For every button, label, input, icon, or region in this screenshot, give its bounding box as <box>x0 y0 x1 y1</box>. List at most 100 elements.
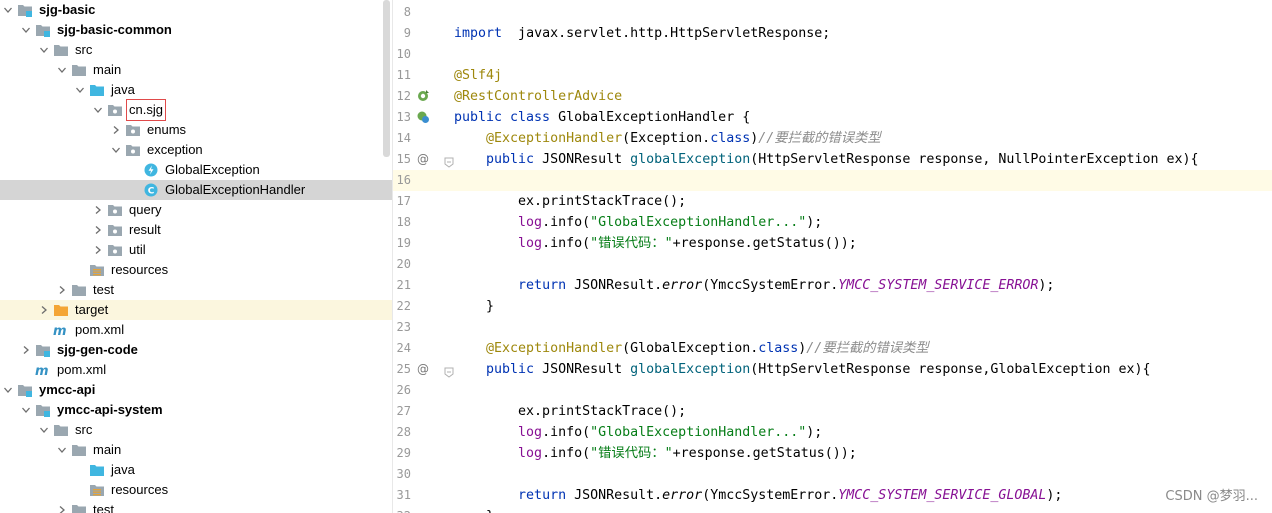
code-line-15[interactable]: 15 @ public JSONResult globalException(Ht… <box>393 149 1272 170</box>
line-number[interactable]: 8 <box>393 2 411 23</box>
code-text[interactable]: @RestControllerAdvice <box>454 86 622 107</box>
code-line-28[interactable]: 28 log.info("GlobalExceptionHandler...")… <box>393 422 1272 443</box>
tree-item-sjg-gen-code[interactable]: sjg-gen-code <box>0 340 392 360</box>
line-number[interactable]: 10 <box>393 44 411 65</box>
line-number[interactable]: 9 <box>393 23 411 44</box>
fold-marker-icon[interactable] <box>444 154 454 168</box>
fold-marker-icon[interactable] <box>444 364 454 378</box>
code-line-24[interactable]: 24 @ExceptionHandler(GlobalException.cla… <box>393 338 1272 359</box>
code-line-26[interactable]: 26 <box>393 380 1272 401</box>
chevron-right-icon[interactable] <box>22 346 30 354</box>
line-number[interactable]: 26 <box>393 380 411 401</box>
code-line-16[interactable]: 16 <box>393 170 1272 191</box>
code-text[interactable]: return JSONResult.error(YmccSystemError.… <box>454 275 1054 296</box>
code-line-18[interactable]: 18 log.info("GlobalExceptionHandler...")… <box>393 212 1272 233</box>
tree-item-cn-sjg[interactable]: cn.sjg <box>0 99 392 121</box>
line-number[interactable]: 31 <box>393 485 411 506</box>
bean-icon[interactable] <box>416 89 430 103</box>
tree-item-exception[interactable]: exception <box>0 140 392 160</box>
tree-item-ymcc-api-system[interactable]: ymcc-api-system <box>0 400 392 420</box>
code-line-14[interactable]: 14 @ExceptionHandler(Exception.class)//要… <box>393 128 1272 149</box>
line-number[interactable]: 11 <box>393 65 411 86</box>
line-number[interactable]: 25 <box>393 359 411 380</box>
code-line-22[interactable]: 22 } <box>393 296 1272 317</box>
code-line-31[interactable]: 31 return JSONResult.error(YmccSystemErr… <box>393 485 1272 506</box>
code-text[interactable]: public class GlobalExceptionHandler { <box>454 107 750 128</box>
tree-item-src[interactable]: src <box>0 40 392 60</box>
code-line-27[interactable]: 27 ex.printStackTrace(); <box>393 401 1272 422</box>
tree-item-pom-xml[interactable]: m pom.xml <box>0 320 392 340</box>
code-line-13[interactable]: 13 public class GlobalExceptionHandler { <box>393 107 1272 128</box>
tree-item-pom-xml[interactable]: m pom.xml <box>0 360 392 380</box>
code-line-30[interactable]: 30 <box>393 464 1272 485</box>
tree-item-java[interactable]: java <box>0 80 392 100</box>
tree-item-src[interactable]: src <box>0 420 392 440</box>
chevron-down-icon[interactable] <box>58 446 66 454</box>
tree-item-test[interactable]: test <box>0 280 392 300</box>
code-text[interactable]: log.info("错误代码："+response.getStatus()); <box>454 443 857 464</box>
line-number[interactable]: 23 <box>393 317 411 338</box>
code-text[interactable]: } <box>454 506 494 513</box>
tree-item-main[interactable]: main <box>0 440 392 460</box>
code-text[interactable]: @ExceptionHandler(GlobalException.class)… <box>454 338 929 359</box>
chevron-down-icon[interactable] <box>94 106 102 114</box>
tree-item-target[interactable]: target <box>0 300 392 320</box>
tree-item-java[interactable]: java <box>0 460 392 480</box>
tree-item-result[interactable]: result <box>0 220 392 240</box>
code-line-10[interactable]: 10 <box>393 44 1272 65</box>
code-line-32[interactable]: 32 } <box>393 506 1272 513</box>
chevron-right-icon[interactable] <box>94 226 102 234</box>
code-text[interactable]: } <box>454 296 494 317</box>
line-number[interactable]: 19 <box>393 233 411 254</box>
line-number[interactable]: 17 <box>393 191 411 212</box>
chevron-right-icon[interactable] <box>94 246 102 254</box>
line-number[interactable]: 16 <box>393 170 411 191</box>
tree-item-test[interactable]: test <box>0 500 392 513</box>
code-text[interactable]: log.info("GlobalExceptionHandler..."); <box>454 422 822 443</box>
chevron-down-icon[interactable] <box>76 86 84 94</box>
chevron-right-icon[interactable] <box>40 306 48 314</box>
code-line-25[interactable]: 25 @ public JSONResult globalException(Ht… <box>393 359 1272 380</box>
code-line-20[interactable]: 20 <box>393 254 1272 275</box>
tree-item-globalexceptionhandler[interactable]: C GlobalExceptionHandler <box>0 180 392 200</box>
tree-item-main[interactable]: main <box>0 60 392 80</box>
code-text[interactable]: return JSONResult.error(YmccSystemError.… <box>454 485 1062 506</box>
chevron-down-icon[interactable] <box>40 46 48 54</box>
chevron-right-icon[interactable] <box>94 206 102 214</box>
tree-item-resources[interactable]: resources <box>0 480 392 500</box>
code-text[interactable]: log.info("GlobalExceptionHandler..."); <box>454 212 822 233</box>
spring-icon[interactable] <box>416 110 430 124</box>
line-number[interactable]: 20 <box>393 254 411 275</box>
line-number[interactable]: 22 <box>393 296 411 317</box>
code-text[interactable]: import javax.servlet.http.HttpServletRes… <box>454 23 830 44</box>
line-number[interactable]: 29 <box>393 443 411 464</box>
chevron-down-icon[interactable] <box>112 146 120 154</box>
chevron-right-icon[interactable] <box>58 286 66 294</box>
tree-item-ymcc-api[interactable]: ymcc-api <box>0 380 392 400</box>
chevron-down-icon[interactable] <box>4 386 12 394</box>
tree-item-sjg-basic-common[interactable]: sjg-basic-common <box>0 20 392 40</box>
code-text[interactable]: ex.printStackTrace(); <box>454 191 686 212</box>
code-editor[interactable]: 8 9 import javax.servlet.http.HttpServletR… <box>393 0 1272 513</box>
at-icon[interactable]: @ <box>416 362 430 376</box>
chevron-down-icon[interactable] <box>22 26 30 34</box>
code-text[interactable]: ex.printStackTrace(); <box>454 401 686 422</box>
at-icon[interactable]: @ <box>416 152 430 166</box>
code-text[interactable]: public JSONResult globalException(HttpSe… <box>454 359 1150 380</box>
tree-item-query[interactable]: query <box>0 200 392 220</box>
code-line-11[interactable]: 11 @Slf4j <box>393 65 1272 86</box>
line-number[interactable]: 21 <box>393 275 411 296</box>
line-number[interactable]: 24 <box>393 338 411 359</box>
code-line-12[interactable]: 12 @RestControllerAdvice <box>393 86 1272 107</box>
chevron-right-icon[interactable] <box>112 126 120 134</box>
code-line-29[interactable]: 29 log.info("错误代码："+response.getStatus()… <box>393 443 1272 464</box>
code-text[interactable]: log.info("错误代码："+response.getStatus()); <box>454 233 857 254</box>
code-text[interactable]: @ExceptionHandler(Exception.class)//要拦截的… <box>454 128 881 149</box>
tree-item-resources[interactable]: resources <box>0 260 392 280</box>
code-line-17[interactable]: 17 ex.printStackTrace(); <box>393 191 1272 212</box>
line-number[interactable]: 13 <box>393 107 411 128</box>
line-number[interactable]: 30 <box>393 464 411 485</box>
line-number[interactable]: 32 <box>393 506 411 513</box>
line-number[interactable]: 18 <box>393 212 411 233</box>
tree-item-sjg-basic[interactable]: sjg-basic <box>0 0 392 20</box>
